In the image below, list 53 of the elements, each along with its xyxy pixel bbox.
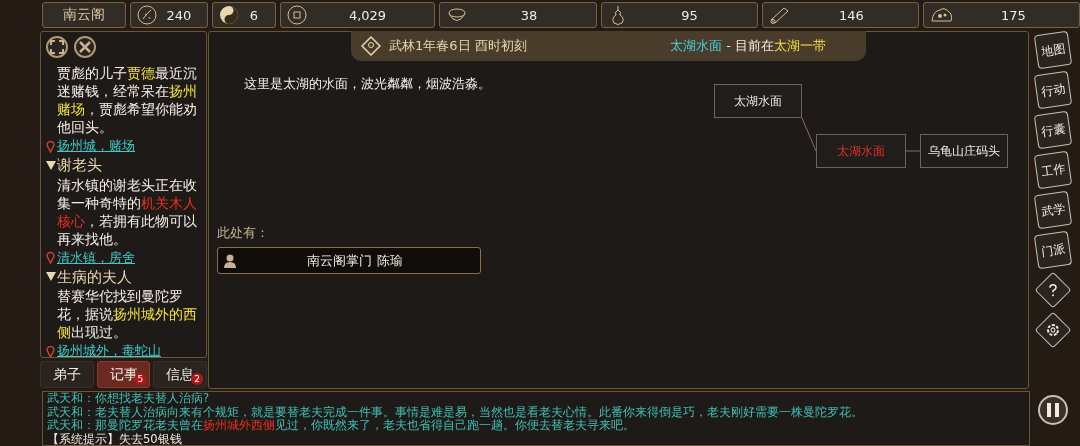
menu-button[interactable]: 工作 bbox=[1033, 150, 1073, 190]
log-message: 武天和：老夫替人治病向来有个规矩，就是要替老夫完成一件事。事情是难是易，当然也是看老夫心情。此番你来得倒是巧，老夫刚好需要一株曼陀罗花。 bbox=[47, 405, 864, 419]
menu-button[interactable]: 行囊 bbox=[1033, 110, 1073, 150]
location-link[interactable]: 扬州城，赌场 bbox=[57, 137, 135, 155]
resource-counter: 4,029 bbox=[280, 2, 435, 28]
menu-button[interactable]: 武学 bbox=[1033, 190, 1073, 230]
quest-description: 贾彪的儿子贾德最近沉迷赌钱，经常呆在扬州赌场，贾彪希望你能劝他回头。 bbox=[56, 64, 198, 136]
menu-button[interactable]: 行动 bbox=[1033, 70, 1073, 110]
quest-title[interactable]: 谢老头 bbox=[46, 156, 205, 175]
expand-icon bbox=[50, 40, 64, 54]
log-message: 武天和：你想找老夫替人治病? bbox=[47, 392, 211, 406]
resource-counter: 146 bbox=[762, 2, 919, 28]
map-node[interactable]: 乌龟山庄码头 bbox=[920, 134, 1008, 168]
location-pin-icon bbox=[46, 344, 55, 357]
log-icon bbox=[769, 5, 791, 25]
person-icon bbox=[224, 253, 236, 268]
coin-icon bbox=[287, 5, 307, 25]
map-icon bbox=[361, 36, 381, 56]
location-link[interactable]: 清水镇，房舍 bbox=[57, 248, 135, 267]
help-icon bbox=[1047, 283, 1059, 297]
menu-button[interactable]: 门派 bbox=[1033, 230, 1073, 270]
connector-line bbox=[906, 150, 920, 152]
log-message: 武天和：那曼陀罗花老夫曾在扬州城外西侧见过，你既然来了，老夫也省得自己跑一趟。你便去替老夫寻来吧。 bbox=[47, 419, 636, 433]
map-node[interactable]: 太湖水面 bbox=[816, 134, 906, 168]
pause-button[interactable] bbox=[1038, 395, 1068, 425]
location-pin-icon bbox=[46, 139, 55, 153]
resource-counter: 175 bbox=[923, 2, 1080, 28]
connector-line bbox=[802, 118, 816, 152]
npc-button[interactable]: 南云阁掌门 陈瑜 bbox=[217, 247, 481, 274]
resource-counter: 38 bbox=[439, 2, 597, 28]
panel-tab[interactable]: 弟子 bbox=[40, 361, 94, 388]
game-date: 武林1年春6日 酉时初刻 bbox=[389, 37, 527, 55]
quest-description: 清水镇的谢老头正在收集一种奇特的机关木人核心，若拥有此物可以再来找他。 bbox=[56, 175, 198, 248]
resource-counter: 95 bbox=[601, 2, 758, 28]
pause-icon bbox=[1047, 403, 1059, 417]
quest-title[interactable]: 生病的夫人 bbox=[46, 267, 205, 286]
sect-name[interactable]: 南云阁 bbox=[42, 2, 126, 28]
close-icon bbox=[79, 41, 91, 53]
yin-yang-icon bbox=[219, 5, 239, 25]
location-link[interactable]: 扬州城外，毒蛇山 bbox=[57, 342, 161, 357]
resource-counter: 6 bbox=[212, 2, 276, 28]
quest-description: 替赛华佗找到曼陀罗花，据说扬州城外的西侧出现过。 bbox=[56, 287, 198, 341]
map-node[interactable]: 太湖水面 bbox=[714, 84, 802, 118]
log-message: 【系统提示】失去50银钱 bbox=[47, 432, 183, 445]
location-pin-icon bbox=[46, 251, 55, 264]
resource-counter: 240 bbox=[130, 2, 208, 28]
current-location: 太湖水面 - 目前在太湖一带 bbox=[670, 37, 826, 55]
location-description: 这里是太湖的水面，波光粼粼，烟波浩淼。 bbox=[244, 75, 492, 93]
menu-button[interactable]: 地图 bbox=[1033, 30, 1073, 70]
close-button[interactable] bbox=[74, 36, 96, 58]
here-label: 此处有： bbox=[217, 224, 270, 242]
count-badge: 2 bbox=[191, 373, 203, 385]
expand-button[interactable] bbox=[46, 36, 68, 58]
